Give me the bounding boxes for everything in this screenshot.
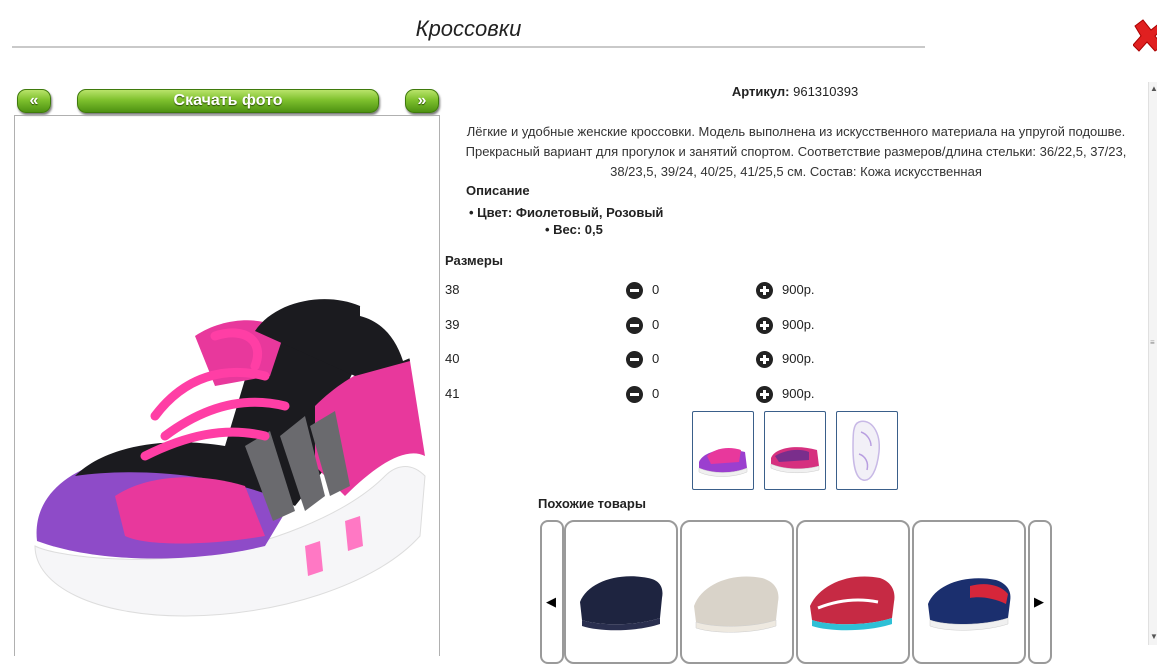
quantity-value: 0 — [652, 282, 660, 297]
sneaker-thumbnail — [698, 448, 748, 477]
price: 900р. — [782, 351, 815, 366]
quantity-value: 0 — [652, 351, 660, 366]
carousel-next-button[interactable]: ▶ — [1028, 520, 1052, 664]
similar-product-2[interactable] — [680, 520, 794, 664]
size-label: 40 — [445, 351, 460, 366]
price: 900р. — [782, 282, 815, 297]
next-photo-button[interactable]: » — [405, 89, 439, 113]
plus-circle-icon[interactable] — [756, 317, 773, 334]
sneaker-thumbnail — [810, 576, 895, 631]
size-label: 39 — [445, 317, 460, 332]
page-title: Кроссовки — [415, 16, 522, 41]
similar-product-1[interactable] — [564, 520, 678, 664]
main-product-photo — [14, 115, 440, 656]
prev-photo-button[interactable]: « — [17, 89, 51, 113]
plus-circle-icon[interactable] — [756, 282, 773, 299]
scroll-down-icon[interactable]: ▼ — [1150, 632, 1157, 641]
scroll-up-icon[interactable]: ▲ — [1150, 84, 1157, 93]
arrow-left-icon: ◀ — [546, 594, 556, 609]
size-row-41: 41 0 900р. — [445, 386, 845, 406]
article-label: Артикул: — [731, 84, 790, 99]
sneaker-thumbnail — [580, 576, 663, 631]
attribute-color: • Цвет: Фиолетовый, Розовый — [469, 205, 664, 220]
sneaker-sole-thumbnail — [852, 420, 880, 481]
article-number: 961310393 — [793, 84, 859, 99]
carousel-prev-button[interactable]: ◀ — [540, 520, 564, 664]
quantity-value: 0 — [652, 386, 660, 401]
photo-thumbnail-2[interactable] — [764, 411, 826, 490]
similar-product-3[interactable] — [796, 520, 910, 664]
size-row-39: 39 0 900р. — [445, 317, 845, 337]
price: 900р. — [782, 386, 815, 401]
minus-circle-icon[interactable] — [626, 282, 643, 299]
minus-circle-icon[interactable] — [626, 386, 643, 403]
attribute-weight: • Вес: 0,5 — [545, 222, 603, 237]
article-line: Артикул: 961310393 — [440, 84, 1150, 99]
close-icon — [1132, 19, 1157, 52]
sneaker-image — [34, 299, 426, 617]
product-description: Лёгкие и удобные женские кроссовки. Моде… — [465, 124, 1127, 179]
plus-circle-icon[interactable] — [756, 386, 773, 403]
sneaker-thumbnail — [770, 447, 820, 473]
size-row-40: 40 0 900р. — [445, 351, 845, 371]
size-label: 41 — [445, 386, 460, 401]
scroll-grip-icon[interactable]: ≡ — [1150, 338, 1155, 347]
close-button[interactable] — [1132, 18, 1157, 52]
photo-thumbnail-3[interactable] — [836, 411, 898, 490]
quantity-value: 0 — [652, 317, 660, 332]
sneaker-thumbnail — [928, 578, 1011, 631]
photo-thumbnail-1[interactable] — [692, 411, 754, 490]
similar-product-4[interactable] — [912, 520, 1026, 664]
arrow-right-icon: ▶ — [1034, 594, 1044, 609]
size-label: 38 — [445, 282, 460, 297]
minus-circle-icon[interactable] — [626, 351, 643, 368]
plus-circle-icon[interactable] — [756, 351, 773, 368]
minus-circle-icon[interactable] — [626, 317, 643, 334]
description-heading: Описание — [466, 183, 530, 198]
similar-products-heading: Похожие товары — [538, 496, 646, 511]
vertical-scrollbar[interactable] — [1148, 82, 1157, 645]
price: 900р. — [782, 317, 815, 332]
sneaker-thumbnail — [694, 576, 779, 633]
size-row-38: 38 0 900р. — [445, 282, 845, 302]
sizes-heading: Размеры — [445, 253, 503, 268]
title-divider — [12, 46, 925, 48]
download-photo-button[interactable]: Скачать фото — [77, 89, 379, 113]
